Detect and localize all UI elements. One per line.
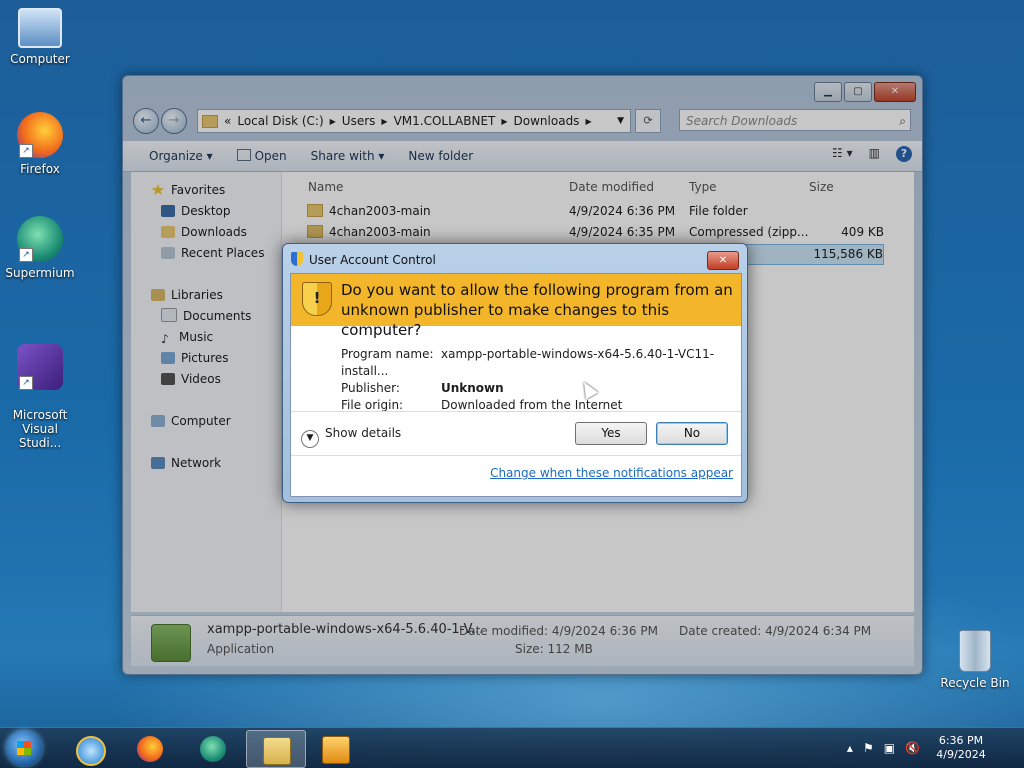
divider <box>291 455 741 456</box>
uac-warning-banner: ! Do you want to allow the following pro… <box>291 274 741 339</box>
supermium-icon: ↗ <box>17 216 63 262</box>
network-icon[interactable]: ▣ <box>884 741 895 755</box>
desktop-icon-label: Microsoft Visual Studi... <box>12 408 68 450</box>
visual-studio-icon: ↗ <box>17 344 63 390</box>
clock-date: 4/9/2024 <box>936 748 986 761</box>
shortcut-arrow-icon: ↗ <box>19 376 33 390</box>
firefox-icon <box>137 736 163 762</box>
supermium-icon <box>200 736 226 762</box>
desktop-icon-label: Recycle Bin <box>940 676 1010 690</box>
shortcut-arrow-icon: ↗ <box>19 144 33 158</box>
desktop-icon-recycle-bin[interactable]: Recycle Bin <box>935 630 1015 690</box>
publisher-label: Publisher: <box>341 381 400 395</box>
warning-shield-icon: ! <box>302 282 332 316</box>
show-details-toggle[interactable]: ▼ Show details <box>301 426 401 448</box>
taskbar-file-explorer[interactable] <box>246 730 306 768</box>
uac-dialog: User Account Control ✕ ! Do you want to … <box>282 243 748 503</box>
desktop-icon-label: Supermium <box>5 266 75 280</box>
show-details-label: Show details <box>325 426 402 440</box>
no-button[interactable]: No <box>656 422 728 445</box>
notification-settings-link[interactable]: Change when these notifications appear <box>490 466 733 480</box>
desktop-icon-label: Firefox <box>20 162 60 176</box>
desktop-icon-computer[interactable]: Computer <box>0 8 80 66</box>
action-center-flag-icon[interactable]: ⚑ <box>863 741 874 755</box>
file-origin-value: Downloaded from the Internet <box>441 398 623 412</box>
taskbar-internet-explorer[interactable] <box>60 730 118 766</box>
uac-title: User Account Control <box>309 253 436 267</box>
desktop-icon-firefox[interactable]: ↗ Firefox <box>0 112 80 176</box>
tray-icons: ▴ ⚑ ▣ 🔇 <box>847 741 920 755</box>
internet-explorer-icon <box>76 736 106 766</box>
uac-close-button[interactable]: ✕ <box>707 251 739 270</box>
desktop-icon-visual-studio[interactable]: ↗ Microsoft Visual Studi... <box>0 330 80 464</box>
shortcut-arrow-icon: ↗ <box>19 248 33 262</box>
desktop-icon-supermium[interactable]: ↗ Supermium <box>0 216 80 280</box>
volume-muted-icon[interactable]: 🔇 <box>905 741 920 755</box>
media-player-icon <box>322 736 350 764</box>
computer-icon <box>18 8 62 48</box>
taskbar-supermium[interactable] <box>184 730 242 766</box>
program-name-label: Program name: <box>341 347 434 361</box>
yes-button[interactable]: Yes <box>575 422 647 445</box>
file-explorer-icon <box>263 737 291 765</box>
taskbar-media-player[interactable] <box>306 730 364 766</box>
divider <box>291 411 741 412</box>
uac-body: ! Do you want to allow the following pro… <box>290 273 742 497</box>
taskbar-firefox[interactable] <box>121 730 179 766</box>
uac-shield-icon <box>291 252 303 266</box>
clock[interactable]: 6:36 PM 4/9/2024 <box>926 734 996 762</box>
chevron-down-icon: ▼ <box>301 430 319 448</box>
publisher-value: Unknown <box>441 381 504 395</box>
firefox-icon: ↗ <box>17 112 63 158</box>
start-button[interactable] <box>6 730 42 766</box>
show-hidden-icons-icon[interactable]: ▴ <box>847 741 853 755</box>
uac-question: Do you want to allow the following progr… <box>341 281 733 339</box>
uac-program-info: Program name: xampp-portable-windows-x64-… <box>341 346 741 414</box>
windows-logo-icon <box>17 741 31 755</box>
uac-title-bar: User Account Control <box>291 252 436 267</box>
desktop-icon-label: Computer <box>10 52 70 66</box>
recycle-bin-icon <box>959 630 991 672</box>
clock-time: 6:36 PM <box>938 734 984 747</box>
taskbar: ▴ ⚑ ▣ 🔇 6:36 PM 4/9/2024 <box>0 727 1024 768</box>
